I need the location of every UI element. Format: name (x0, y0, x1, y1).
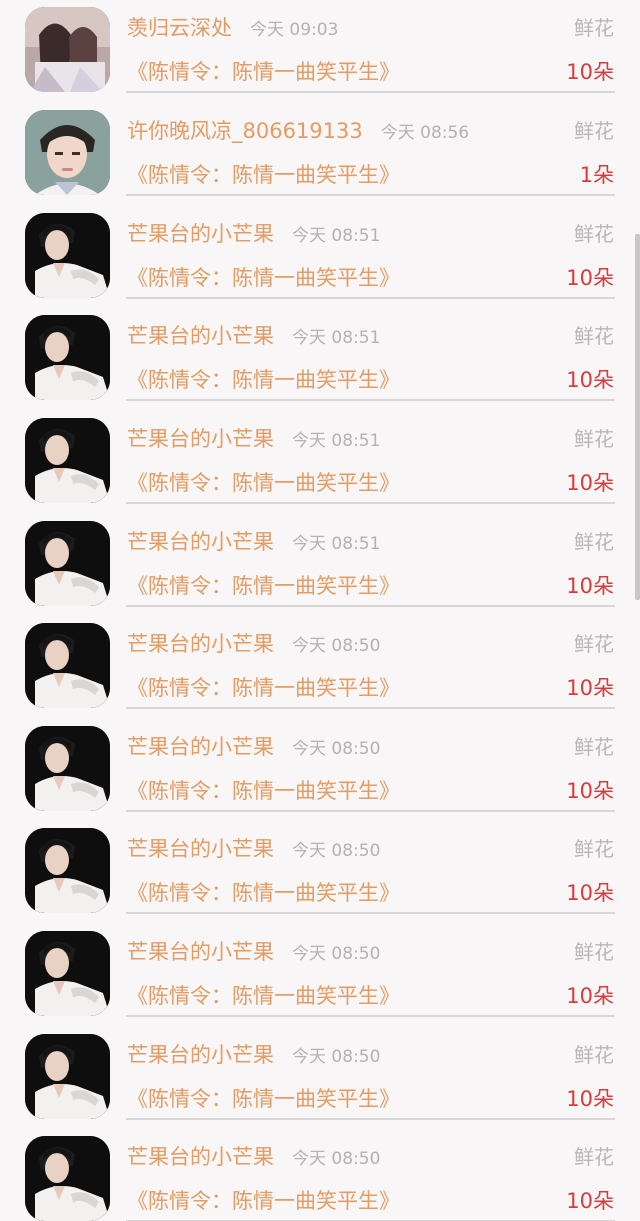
book-title-link[interactable]: 《陈情令：陈情一曲笑平生》 (127, 159, 400, 189)
timestamp: 今天 08:51 (292, 431, 381, 451)
book-title-link[interactable]: 《陈情令：陈情一曲笑平生》 (127, 775, 400, 805)
list-item[interactable]: 芒果台的小芒果 今天 08:50 鲜花《陈情令：陈情一曲笑平生》 10朵 (0, 616, 640, 718)
divider (126, 707, 615, 709)
gift-type-label: 鲜花 (574, 837, 614, 861)
list-item[interactable]: 芒果台的小芒果 今天 08:51 鲜花《陈情令：陈情一曲笑平生》 10朵 (0, 514, 640, 616)
timestamp: 今天 08:50 (292, 636, 381, 656)
list-item[interactable]: 芒果台的小芒果 今天 08:51 鲜花《陈情令：陈情一曲笑平生》 10朵 (0, 206, 640, 308)
timestamp: 今天 09:03 (250, 20, 339, 40)
avatar[interactable] (25, 521, 110, 606)
gift-count: 10朵 (566, 471, 614, 495)
divider (126, 194, 615, 196)
timestamp: 今天 08:50 (292, 739, 381, 759)
gift-count: 10朵 (566, 779, 614, 803)
book-title-link[interactable]: 《陈情令：陈情一曲笑平生》 (127, 262, 400, 292)
gift-type-label: 鲜花 (574, 222, 614, 246)
gift-count: 10朵 (566, 881, 614, 905)
divider (126, 91, 615, 93)
book-title-link[interactable]: 《陈情令：陈情一曲笑平生》 (127, 672, 400, 702)
book-title-link[interactable]: 《陈情令：陈情一曲笑平生》 (127, 467, 400, 497)
list-item[interactable]: 芒果台的小芒果 今天 08:50 鲜花《陈情令：陈情一曲笑平生》 10朵 (0, 821, 640, 923)
avatar[interactable] (25, 623, 110, 708)
username[interactable]: 芒果台的小芒果 (127, 218, 274, 248)
timestamp: 今天 08:56 (380, 123, 470, 143)
avatar[interactable] (25, 110, 110, 195)
gift-type-label: 鲜花 (574, 324, 614, 348)
book-title-link[interactable]: 《陈情令：陈情一曲笑平生》 (127, 56, 400, 86)
username[interactable]: 芒果台的小芒果 (127, 833, 274, 863)
gift-record-list: 羡归云深处 今天 09:03 鲜花 《陈情令：陈情一曲笑平生》 10朵 许你晚风凉_806… (0, 0, 640, 1221)
divider (126, 399, 615, 401)
gift-count: 10朵 (566, 574, 614, 598)
divider (126, 297, 615, 299)
timestamp: 今天 08:50 (292, 1149, 381, 1169)
avatar[interactable] (25, 418, 110, 503)
gift-type-label: 鲜花 (574, 16, 614, 40)
gift-count: 10朵 (566, 1087, 614, 1111)
gift-type-label: 鲜花 (574, 119, 614, 143)
gift-count: 1朵 (579, 163, 614, 187)
avatar[interactable] (25, 931, 110, 1016)
gift-type-label: 鲜花 (574, 427, 614, 451)
avatar[interactable] (25, 828, 110, 913)
username[interactable]: 许你晚风凉_806619133 (127, 115, 363, 145)
book-title-link[interactable]: 《陈情令：陈情一曲笑平生》 (127, 877, 400, 907)
gift-type-label: 鲜花 (574, 632, 614, 656)
gift-count: 10朵 (566, 1189, 614, 1213)
username[interactable]: 芒果台的小芒果 (127, 628, 274, 658)
avatar[interactable] (25, 726, 110, 811)
divider (126, 1118, 615, 1120)
divider (126, 605, 615, 607)
gift-count: 10朵 (566, 266, 614, 290)
gift-type-label: 鲜花 (574, 1043, 614, 1067)
gift-type-label: 鲜花 (574, 1145, 614, 1169)
avatar[interactable] (25, 1034, 110, 1119)
list-item[interactable]: 芒果台的小芒果 今天 08:51 鲜花《陈情令：陈情一曲笑平生》 10朵 (0, 411, 640, 513)
list-item[interactable]: 羡归云深处 今天 09:03 鲜花《陈情令：陈情一曲笑平生》 10朵 (0, 0, 640, 102)
book-title-link[interactable]: 《陈情令：陈情一曲笑平生》 (127, 980, 400, 1010)
book-title-link[interactable]: 《陈情令：陈情一曲笑平生》 (127, 364, 400, 394)
avatar[interactable] (25, 315, 110, 400)
list-item[interactable]: 芒果台的小芒果 今天 08:50 鲜花《陈情令：陈情一曲笑平生》 10朵 (0, 924, 640, 1026)
username[interactable]: 芒果台的小芒果 (127, 731, 274, 761)
username[interactable]: 芒果台的小芒果 (127, 936, 274, 966)
avatar[interactable] (25, 1136, 110, 1221)
avatar[interactable] (25, 213, 110, 298)
gift-type-label: 鲜花 (574, 530, 614, 554)
timestamp: 今天 08:50 (292, 841, 381, 861)
username[interactable]: 羡归云深处 (127, 12, 232, 42)
list-item[interactable]: 芒果台的小芒果 今天 08:50 鲜花《陈情令：陈情一曲笑平生》 10朵 (0, 719, 640, 821)
gift-type-label: 鲜花 (574, 940, 614, 964)
book-title-link[interactable]: 《陈情令：陈情一曲笑平生》 (127, 1083, 400, 1113)
username[interactable]: 芒果台的小芒果 (127, 526, 274, 556)
divider (126, 810, 615, 812)
book-title-link[interactable]: 《陈情令：陈情一曲笑平生》 (127, 570, 400, 600)
timestamp: 今天 08:50 (292, 1047, 381, 1067)
divider (126, 1015, 615, 1017)
list-item[interactable]: 芒果台的小芒果 今天 08:50 鲜花《陈情令：陈情一曲笑平生》 10朵 (0, 1129, 640, 1221)
divider (126, 912, 615, 914)
gift-count: 10朵 (566, 984, 614, 1008)
list-item[interactable]: 芒果台的小芒果 今天 08:51 鲜花《陈情令：陈情一曲笑平生》 10朵 (0, 308, 640, 410)
timestamp: 今天 08:51 (292, 226, 381, 246)
divider (126, 502, 615, 504)
scrollbar[interactable] (635, 234, 640, 600)
timestamp: 今天 08:50 (292, 944, 381, 964)
username[interactable]: 芒果台的小芒果 (127, 423, 274, 453)
gift-count: 10朵 (566, 60, 614, 84)
gift-type-label: 鲜花 (574, 735, 614, 759)
list-item[interactable]: 芒果台的小芒果 今天 08:50 鲜花《陈情令：陈情一曲笑平生》 10朵 (0, 1027, 640, 1129)
timestamp: 今天 08:51 (292, 328, 381, 348)
username[interactable]: 芒果台的小芒果 (127, 320, 274, 350)
timestamp: 今天 08:51 (292, 534, 381, 554)
gift-count: 10朵 (566, 368, 614, 392)
username[interactable]: 芒果台的小芒果 (127, 1141, 274, 1171)
list-item[interactable]: 许你晚风凉_806619133 今天 08:56 鲜花《陈情令：陈情一曲笑平生》 1朵 (0, 103, 640, 205)
username[interactable]: 芒果台的小芒果 (127, 1039, 274, 1069)
gift-count: 10朵 (566, 676, 614, 700)
avatar[interactable] (25, 7, 110, 92)
book-title-link[interactable]: 《陈情令：陈情一曲笑平生》 (127, 1185, 400, 1215)
